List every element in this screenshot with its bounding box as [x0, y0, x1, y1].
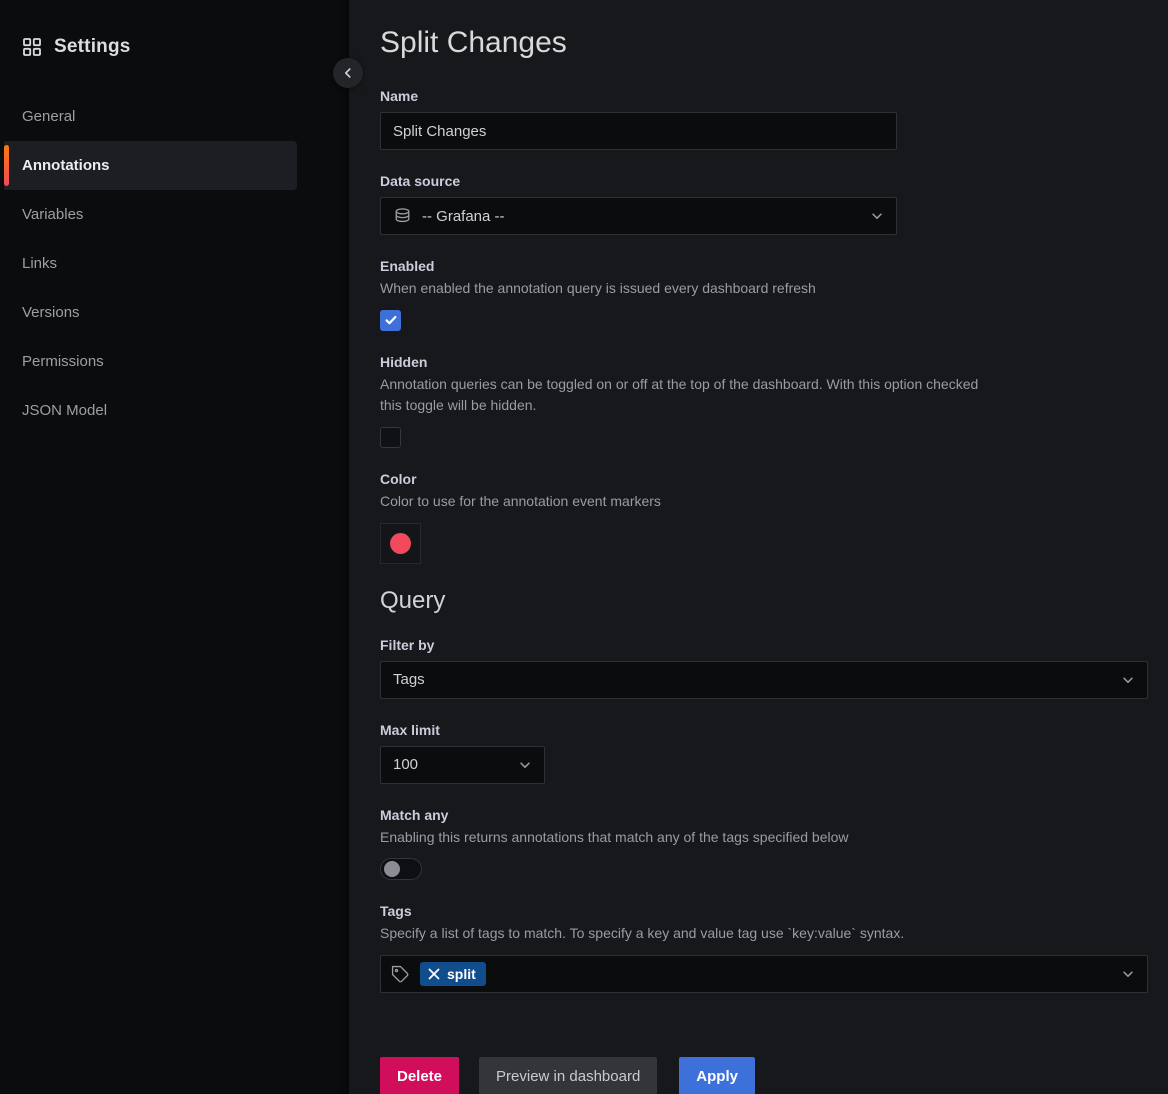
filter-by-select[interactable]: Tags [380, 661, 1148, 699]
enabled-label: Enabled [380, 258, 1148, 274]
hidden-checkbox[interactable] [380, 427, 401, 448]
data-source-field-group: Data source -- Grafana -- [380, 173, 1148, 235]
remove-tag-icon[interactable] [428, 968, 440, 980]
tags-description: Specify a list of tags to match. To spec… [380, 923, 985, 945]
page-title: Split Changes [380, 26, 1148, 60]
chevron-left-icon [341, 66, 355, 80]
chevron-down-icon [870, 209, 884, 223]
filter-by-value: Tags [393, 671, 1121, 688]
max-limit-label: Max limit [380, 722, 1148, 738]
match-any-label: Match any [380, 807, 1148, 823]
checkmark-icon [384, 313, 398, 327]
delete-button[interactable]: Delete [380, 1057, 459, 1094]
tag-icon [391, 965, 410, 984]
sidebar-item-variables[interactable]: Variables [0, 190, 297, 239]
sidebar-item-links[interactable]: Links [0, 239, 297, 288]
tag-chip-label: split [447, 966, 476, 982]
hidden-description: Annotation queries can be toggled on or … [380, 374, 980, 417]
annotation-settings-panel: Split Changes Name Data source -- Grafan… [349, 0, 1168, 1094]
color-picker-swatch[interactable] [380, 523, 421, 564]
data-source-select[interactable]: -- Grafana -- [380, 197, 897, 235]
color-field-group: Color Color to use for the annotation ev… [380, 471, 1148, 564]
settings-nav: General Annotations Variables Links Vers… [0, 92, 349, 435]
enabled-field-group: Enabled When enabled the annotation quer… [380, 258, 1148, 331]
sidebar-item-json-model[interactable]: JSON Model [0, 386, 297, 435]
max-limit-value: 100 [393, 756, 518, 773]
enabled-description: When enabled the annotation query is iss… [380, 278, 985, 300]
query-section-heading: Query [380, 587, 1148, 615]
chevron-down-icon [518, 758, 532, 772]
collapse-sidebar-button[interactable] [333, 58, 363, 88]
filter-by-field-group: Filter by Tags [380, 637, 1148, 699]
sidebar-item-versions[interactable]: Versions [0, 288, 297, 337]
settings-sidebar: Settings General Annotations Variables L… [0, 0, 349, 1094]
color-label: Color [380, 471, 1148, 487]
sidebar-item-permissions[interactable]: Permissions [0, 337, 297, 386]
data-source-value: -- Grafana -- [422, 208, 870, 225]
sidebar-title: Settings [54, 36, 131, 58]
max-limit-field-group: Max limit 100 [380, 722, 1148, 784]
match-any-description: Enabling this returns annotations that m… [380, 827, 985, 849]
match-any-field-group: Match any Enabling this returns annotati… [380, 807, 1148, 881]
color-description: Color to use for the annotation event ma… [380, 491, 985, 513]
apps-grid-icon [22, 37, 42, 57]
tags-label: Tags [380, 903, 1148, 919]
hidden-field-group: Hidden Annotation queries can be toggled… [380, 354, 1148, 448]
database-icon [393, 207, 412, 226]
match-any-toggle[interactable] [380, 858, 422, 880]
name-label: Name [380, 88, 1148, 104]
filter-by-label: Filter by [380, 637, 1148, 653]
name-input[interactable] [380, 112, 897, 150]
tag-chip-split[interactable]: split [420, 962, 486, 986]
actions-bar: Delete Preview in dashboard Apply [380, 1057, 1148, 1094]
data-source-label: Data source [380, 173, 1148, 189]
hidden-label: Hidden [380, 354, 1148, 370]
tags-input[interactable]: split [380, 955, 1148, 993]
sidebar-item-general[interactable]: General [0, 92, 297, 141]
annotation-marker-color-dot [390, 533, 411, 554]
name-field-group: Name [380, 88, 1148, 150]
apply-button[interactable]: Apply [679, 1057, 755, 1094]
toggle-knob [384, 861, 400, 877]
chevron-down-icon [1121, 967, 1135, 981]
enabled-checkbox[interactable] [380, 310, 401, 331]
chevron-down-icon [1121, 673, 1135, 687]
preview-in-dashboard-button[interactable]: Preview in dashboard [479, 1057, 657, 1094]
tags-field-group: Tags Specify a list of tags to match. To… [380, 903, 1148, 993]
sidebar-header: Settings [0, 0, 349, 92]
sidebar-item-annotations[interactable]: Annotations [4, 141, 297, 190]
max-limit-select[interactable]: 100 [380, 746, 545, 784]
